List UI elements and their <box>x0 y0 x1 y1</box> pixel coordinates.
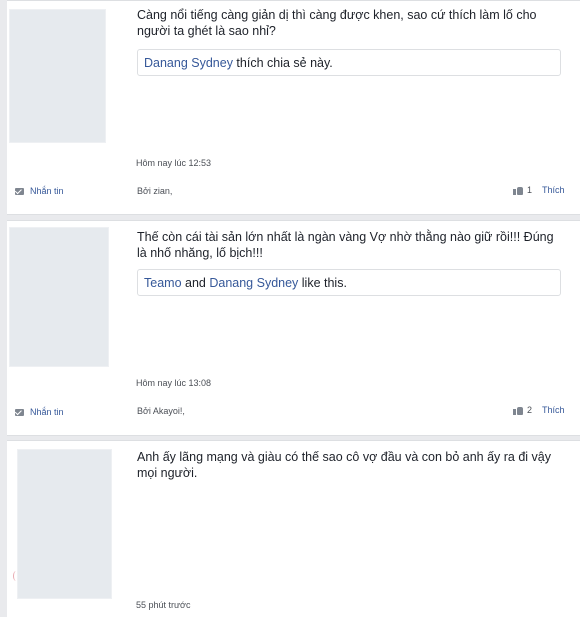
comment-text: Càng nổi tiếng càng giản dị thì càng đượ… <box>137 8 537 38</box>
liker-name[interactable]: Teamo <box>144 276 182 290</box>
likes-text: like this. <box>298 276 347 290</box>
likes-text: thích chia sẻ này. <box>232 56 333 70</box>
like-action[interactable]: 2 Thích <box>513 405 565 415</box>
timestamp: Hôm nay lúc 12:53 <box>136 158 212 168</box>
liker-name[interactable]: Danang Sydney <box>144 56 233 70</box>
comment-post: Nhắn tin Càng nổi tiếng càng giản dị thì… <box>7 0 580 215</box>
likes-summary: Teamo and Danang Sydney like this. <box>137 269 561 296</box>
likes-text: and <box>181 276 210 290</box>
like-action[interactable]: 1 Thích <box>513 185 565 195</box>
thumbs-up-icon <box>513 406 523 415</box>
message-link[interactable]: Nhắn tin <box>15 407 64 417</box>
like-button[interactable]: Thích <box>542 405 565 415</box>
comment-post: Anh ấy lãng mạng và giàu có thế sao cô v… <box>7 440 580 617</box>
author-byline: Bởi zian, <box>137 186 173 196</box>
comment-text: Anh ấy lãng mạng và giàu có thế sao cô v… <box>137 450 552 480</box>
mail-icon <box>15 408 24 416</box>
message-label: Nhắn tin <box>30 407 64 417</box>
timestamp: 55 phút trước <box>136 600 191 610</box>
timestamp: Hôm nay lúc 13:08 <box>136 378 212 388</box>
avatar-decoration <box>13 571 19 581</box>
avatar[interactable] <box>9 9 106 143</box>
author-byline: Bởi Akayoi!, <box>137 406 185 416</box>
avatar[interactable] <box>17 449 112 599</box>
like-count: 2 <box>527 405 533 415</box>
message-label: Nhắn tin <box>30 186 64 196</box>
message-link[interactable]: Nhắn tin <box>15 186 64 196</box>
liker-name[interactable]: Danang Sydney <box>209 276 298 290</box>
like-count: 1 <box>527 185 533 195</box>
comment-post: Nhắn tin Thế còn cái tài sản lớn nhất là… <box>7 220 580 436</box>
avatar[interactable] <box>9 227 109 367</box>
mail-icon <box>15 187 24 195</box>
comment-text: Thế còn cái tài sản lớn nhất là ngàn vàn… <box>137 230 554 260</box>
thumbs-up-icon <box>513 186 523 195</box>
likes-summary: Danang Sydney thích chia sẻ này. <box>137 49 561 76</box>
like-button[interactable]: Thích <box>542 185 565 195</box>
